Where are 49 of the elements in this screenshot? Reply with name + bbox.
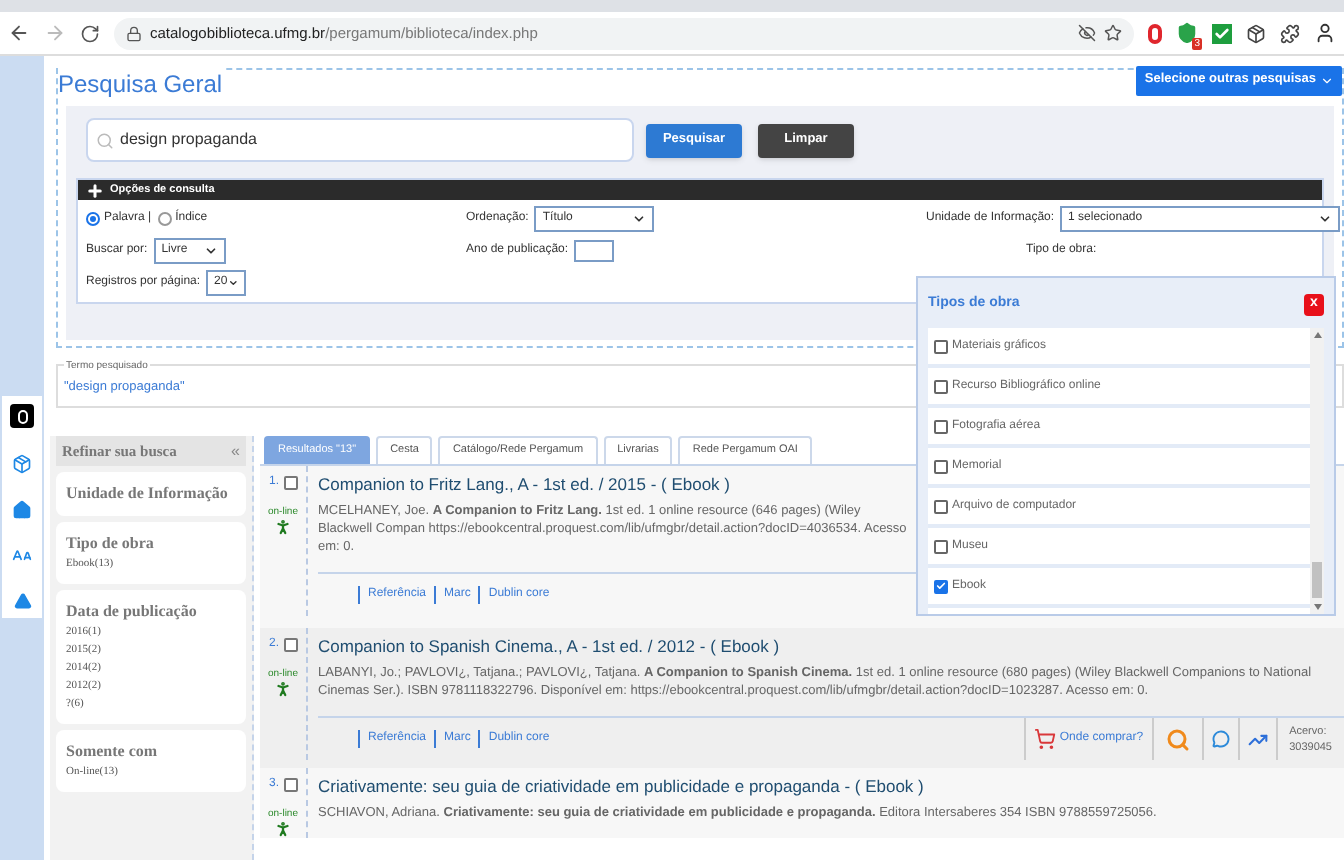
page-title: Pesquisa Geral	[58, 66, 227, 102]
browser-logo-icon[interactable]	[10, 404, 34, 428]
checkbox[interactable]	[934, 339, 948, 353]
radio-button[interactable]	[86, 212, 100, 226]
check-icon[interactable]	[1212, 23, 1232, 43]
search-icon	[96, 131, 114, 149]
plus-icon[interactable]	[86, 181, 104, 199]
caret-icon	[1318, 212, 1333, 226]
facet-title[interactable]: Somente com	[66, 740, 236, 764]
ring-icon[interactable]	[1148, 23, 1162, 43]
eye-off-icon[interactable]	[1078, 24, 1096, 42]
font-size-icon[interactable]	[12, 546, 32, 566]
triangle-up-icon[interactable]	[13, 592, 31, 610]
search-field[interactable]: design propaganda	[86, 118, 634, 162]
scrollbar[interactable]	[1310, 328, 1324, 614]
box-icon[interactable]	[12, 454, 32, 474]
radio-button[interactable]	[157, 212, 172, 226]
result-title[interactable]: Companion to Spanish Cinema., A - 1st ed. / 2012 - ( Ebook )	[318, 634, 1344, 658]
extension-icon[interactable]	[1246, 23, 1266, 43]
checkbox[interactable]	[934, 419, 948, 433]
speech-bubble-icon[interactable]	[1211, 730, 1230, 748]
puzzle-icon[interactable]	[1280, 23, 1300, 43]
checkbox[interactable]	[934, 459, 948, 473]
checkbox[interactable]	[934, 539, 948, 553]
facet-title[interactable]: Unidade de Informação	[66, 482, 236, 506]
result-checkbox[interactable]	[283, 778, 297, 792]
caret-icon	[227, 276, 239, 290]
year-field[interactable]	[574, 240, 615, 262]
back-icon[interactable]	[8, 22, 30, 44]
facet-title[interactable]: Data de publicação	[66, 600, 236, 624]
result-title[interactable]: Criativamente: seu guia de criatividade em publicidade e propaganda - ( Ebook )	[318, 774, 1344, 798]
checkbox[interactable]	[934, 579, 948, 593]
home-icon[interactable]	[12, 500, 32, 520]
chart-icon[interactable]	[1247, 729, 1268, 749]
result-checkbox[interactable]	[283, 476, 297, 490]
caret-icon	[632, 212, 647, 226]
cart-search-icon[interactable]	[1033, 728, 1056, 750]
search-value: design propaganda	[120, 128, 258, 152]
lock-icon	[126, 25, 142, 41]
checkbox[interactable]	[934, 379, 948, 393]
result-checkbox[interactable]	[283, 638, 297, 652]
caret-icon	[203, 244, 218, 258]
checkbox[interactable]	[934, 499, 948, 513]
shield-icon[interactable]	[1176, 22, 1198, 44]
profile-icon[interactable]	[1314, 22, 1336, 44]
star-icon[interactable]	[1104, 24, 1122, 42]
caret-icon	[1320, 73, 1334, 87]
facet-title[interactable]: Tipo de obra	[66, 532, 236, 556]
reload-icon[interactable]	[80, 23, 100, 43]
